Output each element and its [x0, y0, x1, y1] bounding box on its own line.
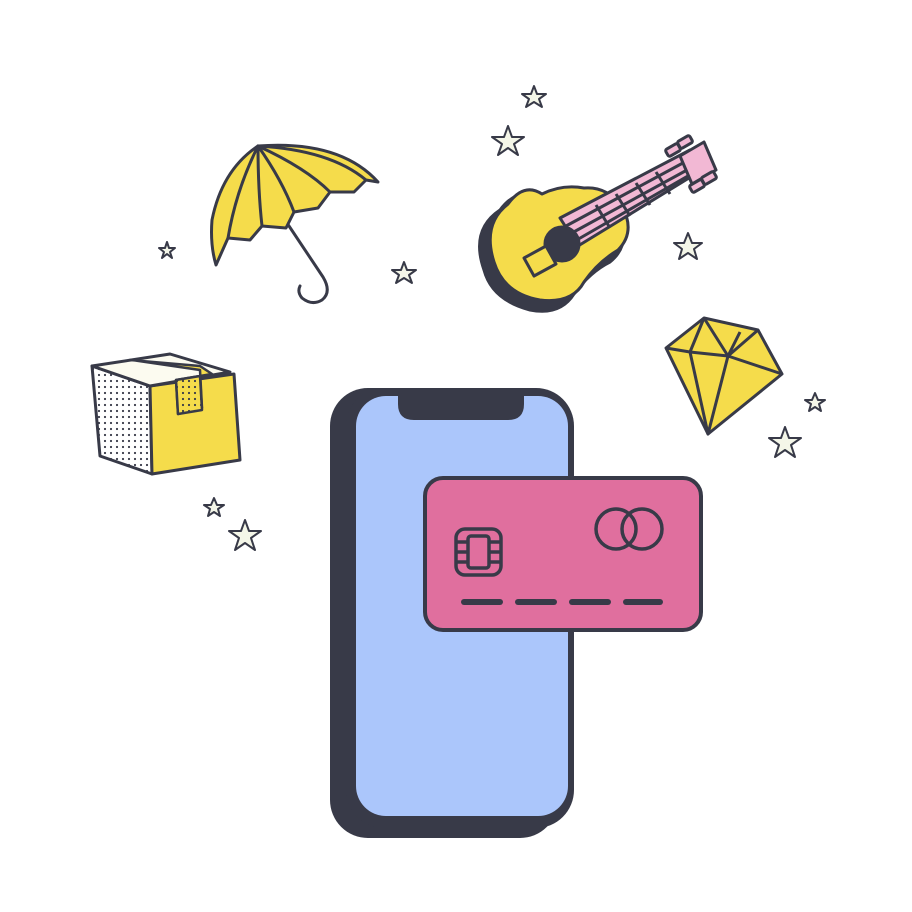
- credit-card-icon: [423, 476, 703, 632]
- sparkle-star-icon: [804, 392, 826, 412]
- sparkle-star-icon: [521, 85, 547, 108]
- package-box-icon: [90, 352, 242, 476]
- ukulele-icon: [478, 134, 718, 313]
- illustration-canvas: [90, 85, 826, 838]
- diamond-icon: [664, 316, 784, 436]
- sparkle-star-icon: [673, 232, 703, 260]
- sparkle-star-icon: [228, 519, 262, 551]
- sparkle-star-icon: [768, 426, 802, 458]
- sparkle-star-icon: [158, 241, 176, 259]
- sparkle-star-icon: [203, 497, 225, 517]
- illustration-scene: [0, 0, 912, 912]
- phone-notch: [398, 396, 524, 420]
- umbrella-icon: [210, 143, 380, 305]
- sparkle-star-icon: [391, 261, 417, 284]
- sparkle-star-icon: [491, 125, 525, 156]
